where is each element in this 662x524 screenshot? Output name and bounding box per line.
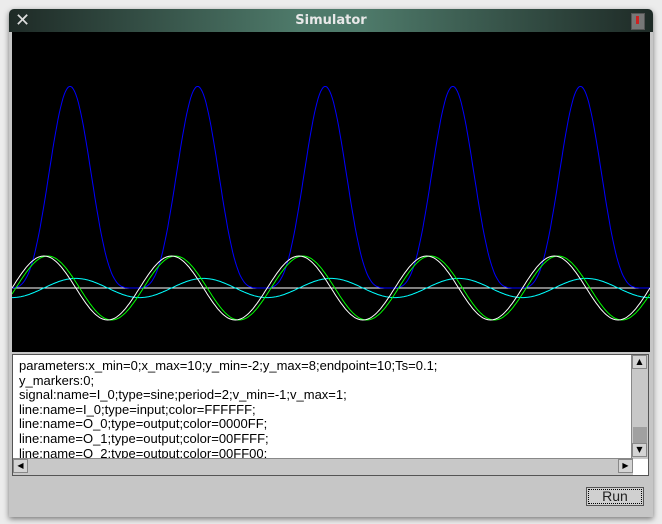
- config-line: line:name=O_0;type=output;color=0000FF;: [19, 416, 268, 432]
- title-bar[interactable]: ✕ Simulator: [9, 9, 653, 32]
- simulator-window: ✕ Simulator parameters:x_min=0;x_max=10;…: [9, 9, 653, 517]
- config-line: parameters:x_min=0;x_max=10;y_min=-2;y_m…: [19, 358, 438, 373]
- config-text[interactable]: parameters:x_min=0;x_max=10;y_min=-2;y_m…: [19, 358, 438, 461]
- series-line-o_0: [12, 86, 650, 289]
- config-line: signal:name=I_0;type=sine;period=2;v_min…: [19, 387, 347, 403]
- scroll-thumb[interactable]: [633, 427, 647, 443]
- plot-area: [12, 32, 650, 352]
- scroll-down-button[interactable]: ▼: [632, 443, 647, 457]
- config-line: line:name=I_0;type=input;color=FFFFFF;: [19, 401, 256, 417]
- window-menu-icon[interactable]: [631, 13, 645, 30]
- run-button[interactable]: Run: [586, 487, 644, 506]
- scroll-left-button[interactable]: ◀: [13, 459, 28, 473]
- config-editor[interactable]: parameters:x_min=0;x_max=10;y_min=-2;y_m…: [12, 354, 649, 476]
- config-line: y_markers:0;: [19, 372, 95, 388]
- scroll-up-button[interactable]: ▲: [632, 355, 647, 369]
- horizontal-scrollbar[interactable]: ◀ ▶: [13, 458, 633, 475]
- window-title: Simulator: [295, 13, 367, 28]
- scroll-right-button[interactable]: ▶: [618, 459, 633, 473]
- vertical-scrollbar[interactable]: ▲ ▼: [631, 355, 648, 459]
- config-line: line:name=O_1;type=output;color=00FFFF;: [19, 430, 269, 446]
